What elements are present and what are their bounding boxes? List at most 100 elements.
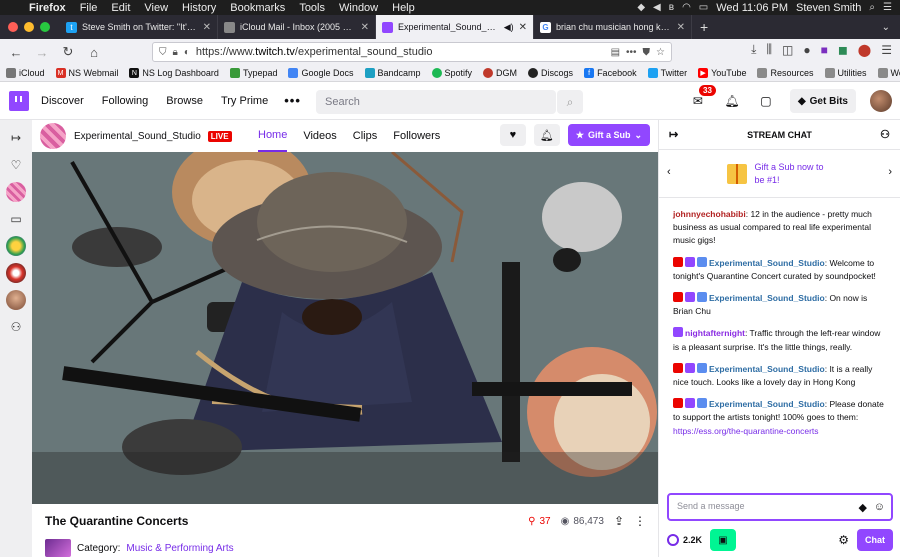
subscriber-badge-icon[interactable] (673, 327, 683, 338)
chat-username[interactable]: Experimental_Sound_Studio (709, 364, 825, 374)
channel-avatar[interactable] (6, 290, 26, 310)
more-options-icon[interactable]: ••• (284, 93, 301, 108)
sidebar-icon[interactable]: ◫ (782, 43, 793, 57)
browser-tab[interactable]: t Steve Smith on Twitter: "It's go ✕ (60, 15, 218, 39)
close-tab-icon[interactable]: ✕ (677, 22, 685, 33)
video-player[interactable] (32, 152, 658, 504)
bookmark-item[interactable]: Bandcamp (364, 68, 421, 78)
expand-sidebar-icon[interactable]: ↦ (6, 128, 26, 148)
twitch-logo-icon[interactable] (9, 90, 29, 111)
menubar-user[interactable]: Steven Smith (796, 2, 861, 14)
tab-followers[interactable]: Followers (393, 120, 440, 152)
extension-icon[interactable]: ◼ (838, 43, 848, 57)
chat-username[interactable]: Experimental_Sound_Studio (709, 258, 825, 268)
notifications-bell-button[interactable]: 🔔︎ (533, 124, 560, 146)
broadcaster-badge-icon[interactable] (673, 362, 683, 373)
get-bits-button[interactable]: ◆ Get Bits (789, 89, 856, 113)
broadcaster-badge-icon[interactable] (673, 292, 683, 303)
new-tab-button[interactable]: + (692, 15, 716, 39)
chat-send-button[interactable]: Chat (857, 529, 893, 551)
app-menu[interactable]: Firefox (22, 2, 73, 14)
channel-avatar[interactable] (6, 263, 26, 283)
chat-settings-gear-icon[interactable]: ⚙ (838, 533, 849, 547)
lock-icon[interactable]: 🔒︎ (173, 47, 178, 58)
bookmark-item[interactable]: ▶ YouTube (698, 68, 746, 78)
close-tab-icon[interactable]: ✕ (361, 22, 369, 33)
bits-icon[interactable]: ◆ (859, 501, 867, 514)
library-icon[interactable]: ⫼ (766, 42, 772, 57)
inbox-icon[interactable]: ✉ 33 (688, 85, 716, 111)
subscriber-badge-icon[interactable] (685, 292, 695, 303)
channel-name[interactable]: Experimental_Sound_Studio (74, 131, 201, 142)
menu-bookmarks[interactable]: Bookmarks (223, 2, 292, 14)
browser-tab[interactable]: G brian chu musician hong kong ✕ (534, 15, 692, 39)
reload-button[interactable]: ↻ (58, 42, 78, 62)
home-button[interactable]: ⌂ (84, 42, 104, 62)
nav-browse[interactable]: Browse (166, 95, 203, 107)
bookmark-folder[interactable]: Resources (757, 68, 814, 78)
bookmark-item[interactable]: Google Docs (288, 68, 354, 78)
menu-history[interactable]: History (175, 2, 223, 14)
bookmark-item[interactable]: N NS Log Dashboard (129, 68, 219, 78)
chat-username[interactable]: johnnyechohabibi (673, 209, 746, 219)
forward-button[interactable]: → (32, 42, 52, 62)
browser-tab[interactable]: iCloud Mail - Inbox (2005 mess ✕ (218, 15, 376, 39)
community-icon[interactable]: ⚇ (880, 128, 890, 141)
tab-clips[interactable]: Clips (353, 120, 377, 152)
menu-edit[interactable]: Edit (104, 2, 137, 14)
permissions-icon[interactable]: ◐ (184, 47, 190, 58)
tab-home[interactable]: Home (258, 120, 288, 152)
chat-username[interactable]: Experimental_Sound_Studio (709, 399, 825, 409)
downloads-icon[interactable]: ⤓ (751, 42, 756, 57)
url-text[interactable]: https://www.twitch.tv/experimental_sound… (196, 46, 605, 58)
zoom-window-button[interactable] (40, 22, 50, 32)
bookmark-star-icon[interactable]: ☆ (656, 47, 665, 58)
pocket-icon[interactable]: ⛊ (643, 47, 651, 58)
bluetooth-tray-icon[interactable]: ʙ (669, 2, 674, 13)
browser-tab-active[interactable]: Experimental_Sound_Studio ◀) ✕ (376, 15, 534, 39)
search-input[interactable]: Search (316, 90, 556, 114)
followed-heart-icon[interactable]: ♡ (6, 155, 26, 175)
collapse-chat-icon[interactable]: ↦ (669, 128, 678, 141)
bookmark-item[interactable]: Discogs (528, 68, 573, 78)
recommended-video-icon[interactable]: ▭ (6, 209, 26, 229)
menu-tools[interactable]: Tools (292, 2, 332, 14)
notification-center-icon[interactable]: ☰ (883, 2, 892, 13)
channel-avatar[interactable] (40, 123, 66, 149)
bookmark-item[interactable]: Spotify (431, 68, 472, 78)
wifi-tray-icon[interactable]: ◠ (682, 2, 691, 13)
menu-window[interactable]: Window (332, 2, 385, 14)
back-button[interactable]: ← (6, 42, 26, 62)
tab-videos[interactable]: Videos (303, 120, 336, 152)
menubar-clock[interactable]: Wed 11:06 PM (716, 2, 788, 14)
claim-bonus-button[interactable]: ▣ (710, 529, 737, 551)
search-icon[interactable]: ⌕ (557, 90, 583, 114)
chat-link[interactable]: https://ess.org/the-quarantine-concerts (673, 426, 819, 436)
chat-username[interactable]: Experimental_Sound_Studio (709, 293, 825, 303)
share-icon[interactable]: ⇪ (614, 514, 624, 528)
gift-sub-banner[interactable]: ‹ Gift a Sub now to be #1! › (659, 150, 900, 198)
chevron-left-icon[interactable]: ‹ (667, 166, 671, 178)
user-avatar[interactable] (870, 90, 892, 112)
channel-points[interactable]: 2.2K (667, 534, 702, 546)
list-all-tabs-icon[interactable]: ⌄ (882, 15, 900, 39)
extension-icon[interactable]: ■ (821, 43, 828, 57)
bookmark-folder[interactable]: Utilities (824, 68, 867, 78)
dropbox-tray-icon[interactable]: ◆ (637, 2, 645, 13)
followed-channel-avatar[interactable] (6, 182, 26, 202)
bookmark-item[interactable]: M NS Webmail (55, 68, 118, 78)
bookmark-item[interactable]: Twitter (647, 68, 687, 78)
reader-view-icon[interactable]: ▤ (611, 47, 620, 58)
minimize-window-button[interactable] (24, 22, 34, 32)
prime-badge-icon[interactable] (697, 398, 707, 409)
volume-tray-icon[interactable]: ◀ (653, 2, 661, 13)
url-bar[interactable]: ⛉ 🔒︎ ◐ https://www.twitch.tv/experimenta… (152, 42, 672, 62)
nav-discover[interactable]: Discover (41, 95, 84, 107)
bookmark-folder[interactable]: Web (877, 68, 900, 78)
bookmark-item[interactable]: f Facebook (584, 68, 637, 78)
close-tab-icon[interactable]: ✕ (519, 22, 527, 33)
subscriber-badge-icon[interactable] (685, 256, 695, 267)
speaker-icon[interactable]: ◀) (504, 22, 514, 33)
nav-following[interactable]: Following (102, 95, 148, 107)
chat-input[interactable]: Send a message ◆ ☺ (667, 493, 893, 521)
